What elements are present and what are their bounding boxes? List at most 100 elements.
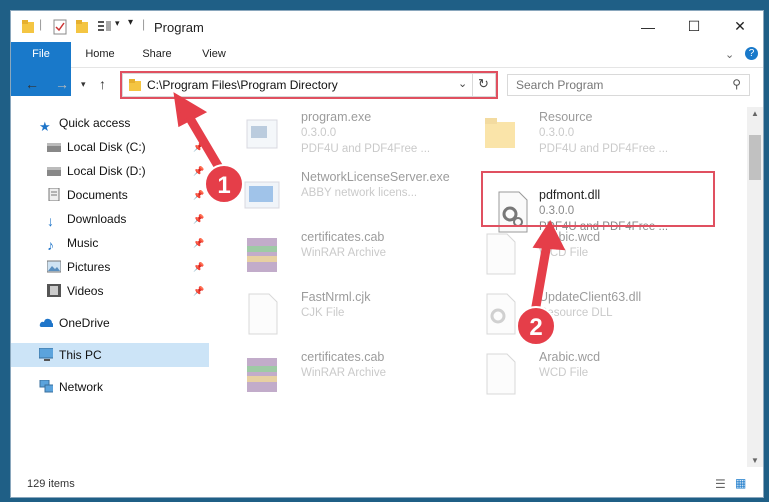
- cloud-icon: [39, 318, 53, 327]
- separator: |: [39, 17, 43, 31]
- file-name: Arabic.wcd: [539, 230, 601, 244]
- file-name: program.exe: [301, 110, 372, 124]
- archive-icon: [247, 238, 277, 272]
- new-folder-icon[interactable]: [75, 19, 89, 35]
- qa-dropdown-icon[interactable]: ▾: [128, 17, 133, 33]
- pin-icon[interactable]: 📌: [193, 231, 204, 255]
- minimize-button[interactable]: —: [625, 11, 671, 42]
- sidebar-item-label: Quick access: [59, 116, 131, 130]
- sidebar-item-local-disk-c[interactable]: Local Disk (C:) 📌: [11, 135, 209, 159]
- sidebar-item-videos[interactable]: Videos 📌: [11, 279, 209, 303]
- file-item[interactable]: Resource 0.3.0.0 PDF4U and PDF4Free ...: [471, 107, 711, 161]
- file-description: WinRAR Archive: [301, 247, 386, 259]
- sidebar-item-local-disk-d[interactable]: Local Disk (D:) 📌: [11, 159, 209, 183]
- scrollbar-thumb[interactable]: [749, 135, 761, 180]
- file-name: certificates.cab: [301, 350, 385, 364]
- sidebar-item-onedrive[interactable]: OneDrive: [11, 311, 209, 335]
- sidebar-item-label: Network: [59, 380, 104, 394]
- sidebar-item-label: Pictures: [67, 260, 111, 274]
- exe-file-icon: [246, 119, 278, 149]
- file-name: Arabic.wcd: [539, 350, 601, 364]
- file-item[interactable]: certificates.cab WinRAR Archive: [233, 347, 473, 401]
- close-icon: ✕: [734, 18, 746, 34]
- file-item[interactable]: NetworkLicenseServer.exe ABBY network li…: [233, 167, 473, 221]
- tab-view[interactable]: View: [197, 42, 231, 67]
- sidebar-item-label: Local Disk (C:): [67, 140, 146, 154]
- videos-icon: [47, 284, 61, 297]
- file-name: UpdateClient63.dll: [539, 290, 642, 304]
- file-item[interactable]: FastNrml.cjk CJK File: [233, 287, 473, 341]
- file-item[interactable]: Arabic.wcd WCD File: [471, 227, 711, 281]
- pin-icon[interactable]: 📌: [193, 207, 204, 231]
- up-arrow-icon[interactable]: ↑: [99, 76, 106, 92]
- pictures-icon: [47, 260, 61, 273]
- folder-icon: [22, 20, 34, 33]
- documents-icon: [48, 188, 60, 201]
- star-icon: ★: [39, 119, 51, 134]
- drive-icon: [47, 143, 61, 152]
- sidebar-item-label: This PC: [59, 348, 102, 362]
- back-arrow-icon[interactable]: ←: [25, 76, 39, 92]
- tiles-view-icon[interactable]: ▦: [735, 476, 746, 490]
- file-description: ABBY network licens...: [301, 187, 418, 199]
- sidebar-item-label: Local Disk (D:): [67, 164, 146, 178]
- sidebar-item-documents[interactable]: Documents 📌: [11, 183, 209, 207]
- file-highlight: [481, 171, 715, 227]
- vertical-scrollbar[interactable]: ▲ ▼: [747, 107, 763, 467]
- maximize-button[interactable]: ☐: [671, 11, 717, 42]
- recent-locations-icon[interactable]: ▾: [81, 79, 86, 90]
- customize-toolbar-icon[interactable]: [97, 19, 113, 35]
- minimize-icon: —: [641, 18, 655, 35]
- pin-icon[interactable]: 📌: [193, 135, 204, 159]
- expand-ribbon-icon[interactable]: ⌄: [725, 48, 734, 61]
- sidebar-item-network[interactable]: Network: [11, 375, 209, 399]
- search-input[interactable]: Search Program ⚲: [507, 74, 750, 96]
- download-icon: ↓: [47, 213, 54, 229]
- maximize-icon: ☐: [687, 18, 701, 34]
- computer-icon: [39, 348, 53, 361]
- forward-arrow-icon[interactable]: →: [55, 76, 69, 92]
- network-icon: [39, 380, 53, 393]
- sidebar-item-label: Documents: [67, 188, 128, 202]
- file-item[interactable]: UpdateClient63.dll Resource DLL: [471, 287, 711, 341]
- file-name: NetworkLicenseServer.exe: [301, 170, 450, 184]
- file-item[interactable]: Arabic.wcd WCD File: [471, 347, 711, 401]
- pin-icon[interactable]: 📌: [193, 255, 204, 279]
- search-placeholder: Search Program: [516, 78, 604, 92]
- file-description: PDF4U and PDF4Free ...: [301, 143, 431, 155]
- file-icon: [486, 353, 516, 395]
- pin-icon[interactable]: 📌: [193, 159, 204, 183]
- sidebar-item-label: OneDrive: [59, 316, 110, 330]
- help-icon[interactable]: ?: [745, 47, 758, 60]
- file-item[interactable]: program.exe 0.3.0.0 PDF4U and PDF4Free .…: [233, 107, 473, 161]
- close-button[interactable]: ✕: [717, 11, 763, 42]
- sidebar-item-label: Videos: [67, 284, 104, 298]
- scroll-down-icon[interactable]: ▼: [751, 456, 759, 465]
- file-version: 0.3.0.0: [539, 127, 575, 139]
- file-item[interactable]: certificates.cab WinRAR Archive: [233, 227, 473, 281]
- sidebar-item-quick-access[interactable]: ★ Quick access: [11, 111, 209, 135]
- tab-home[interactable]: Home: [81, 42, 119, 67]
- file-description: WinRAR Archive: [301, 367, 386, 379]
- address-highlight: [120, 71, 498, 99]
- file-icon: [486, 233, 516, 275]
- exe-file-icon: [244, 181, 280, 209]
- details-view-icon[interactable]: ☰: [715, 477, 726, 491]
- file-description: WCD File: [539, 367, 589, 379]
- tab-share[interactable]: Share: [137, 42, 177, 67]
- sidebar-item-music[interactable]: ♪ Music 📌: [11, 231, 209, 255]
- sidebar-item-pictures[interactable]: Pictures 📌: [11, 255, 209, 279]
- pin-icon[interactable]: 📌: [193, 183, 204, 207]
- scroll-up-icon[interactable]: ▲: [751, 109, 759, 118]
- sidebar-item-downloads[interactable]: ↓ Downloads 📌: [11, 207, 209, 231]
- callout-1: 1: [204, 164, 244, 204]
- sidebar-item-this-pc[interactable]: This PC: [11, 343, 209, 367]
- file-icon: [248, 293, 278, 335]
- title-bar: | ▾ ▾ | Program — ☐ ✕: [11, 11, 763, 42]
- music-icon: ♪: [47, 237, 54, 253]
- chevron-down-icon[interactable]: ▾: [115, 18, 120, 34]
- pin-icon[interactable]: 📌: [193, 279, 204, 303]
- file-list: program.exe 0.3.0.0 PDF4U and PDF4Free .…: [223, 107, 745, 467]
- properties-icon[interactable]: [53, 19, 67, 35]
- search-icon[interactable]: ⚲: [732, 77, 741, 91]
